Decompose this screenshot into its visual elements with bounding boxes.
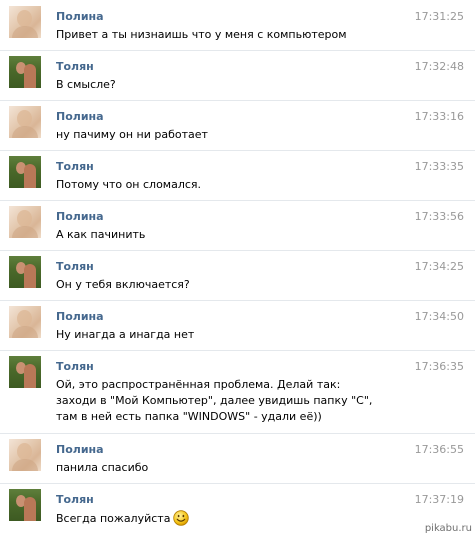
avatar[interactable] [9,489,41,521]
message-text: панила спасибо [56,461,149,474]
message-author[interactable]: Полина [56,443,104,456]
avatar[interactable] [9,6,41,38]
avatar[interactable] [9,206,41,238]
message-divider [0,250,475,251]
avatar[interactable] [9,56,41,88]
message-author[interactable]: Полина [56,210,104,223]
message-divider [0,200,475,201]
message-text: Ну инагда а инагда нет [56,328,195,341]
message-author[interactable]: Полина [56,310,104,323]
message-text: ну пачиму он ни работает [56,128,208,141]
watermark: pikabu.ru [424,523,472,534]
avatar[interactable] [9,306,41,338]
message-author[interactable]: Толян [56,60,94,73]
message-text: Всегда пожалуйста [56,510,436,531]
message-divider [0,350,475,351]
message-time: 17:33:35 [414,160,464,173]
message-time: 17:34:50 [414,310,464,323]
message-author[interactable]: Толян [56,260,94,273]
message-time: 17:37:19 [414,493,464,506]
message-text: Потому что он сломался. [56,178,202,191]
message-divider [0,433,475,434]
avatar[interactable] [9,256,41,288]
message-divider [0,50,475,51]
message-text: А как пачинить [56,228,146,241]
message-time: 17:33:56 [414,210,464,223]
message-author[interactable]: Полина [56,10,104,23]
message-divider [0,100,475,101]
message-time: 17:34:25 [414,260,464,273]
avatar[interactable] [9,356,41,388]
message-time: 17:36:35 [414,360,464,373]
message-text: Ой, это распространённая проблема. Делай… [56,378,373,423]
avatar[interactable] [9,439,41,471]
message-text: Привет а ты низнаишь что у меня с компью… [56,28,347,41]
message-author[interactable]: Толян [56,160,94,173]
avatar[interactable] [9,156,41,188]
message-text: Он у тебя включается? [56,278,190,291]
message-text-content: Всегда пожалуйста [56,512,171,525]
avatar[interactable] [9,106,41,138]
message-divider [0,300,475,301]
smile-emoji-icon [173,510,190,531]
message-time: 17:32:48 [414,60,464,73]
message-divider [0,483,475,484]
message-time: 17:33:16 [414,110,464,123]
message-time: 17:36:55 [414,443,464,456]
message-time: 17:31:25 [414,10,464,23]
message-author[interactable]: Толян [56,360,94,373]
message-divider [0,150,475,151]
message-author[interactable]: Толян [56,493,94,506]
message-author[interactable]: Полина [56,110,104,123]
message-text: В смысле? [56,78,116,91]
